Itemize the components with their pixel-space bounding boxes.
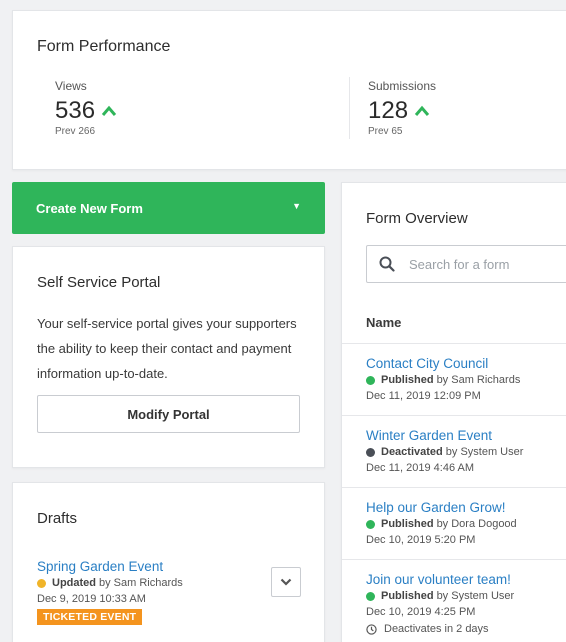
modify-portal-button[interactable]: Modify Portal xyxy=(37,395,300,433)
views-label: Views xyxy=(55,79,87,93)
form-status-line: Published by Dora Dogood xyxy=(366,518,566,530)
views-value: 536 xyxy=(55,97,96,124)
portal-title: Self Service Portal xyxy=(37,274,161,291)
submissions-label: Submissions xyxy=(368,79,437,93)
ticketed-event-badge: TICKETED EVENT xyxy=(37,609,143,625)
form-date: Dec 11, 2019 12:09 PM xyxy=(366,390,481,402)
search-box[interactable] xyxy=(366,245,566,283)
form-status-line: Deactivated by System User xyxy=(366,446,566,458)
views-value-row: 536 xyxy=(55,99,117,123)
form-status: Deactivated xyxy=(381,446,443,458)
submissions-prev: Prev 65 xyxy=(368,126,403,137)
form-status-line: Published by Sam Richards xyxy=(366,374,566,386)
draft-actions-button[interactable] xyxy=(271,567,301,597)
draft-date: Dec 9, 2019 10:33 AM xyxy=(37,593,146,605)
form-date: Dec 10, 2019 5:20 PM xyxy=(366,534,476,546)
search-input[interactable] xyxy=(409,256,566,272)
form-overview-card: Form Overview Name Contact City Council … xyxy=(341,182,566,642)
form-author: by Dora Dogood xyxy=(436,518,517,530)
form-link[interactable]: Contact City Council xyxy=(366,356,566,371)
form-author: by Sam Richards xyxy=(436,374,521,386)
deactivation-note: Deactivates in 2 days xyxy=(366,623,566,635)
draft-link[interactable]: Spring Garden Event xyxy=(37,559,307,574)
modify-portal-label: Modify Portal xyxy=(127,406,210,422)
metric-divider xyxy=(349,77,350,139)
deactivation-text: Deactivates in 2 days xyxy=(384,623,489,635)
chevron-down-icon xyxy=(280,578,292,586)
form-status-line: Published by System User xyxy=(366,590,566,602)
form-performance-card: Form Performance Views 536 Prev 266 Subm… xyxy=(12,10,566,170)
draft-item: Spring Garden Event Updated by Sam Richa… xyxy=(37,559,307,625)
up-arrow-icon xyxy=(101,105,117,116)
caret-down-icon[interactable]: ▼ xyxy=(292,201,301,211)
form-link[interactable]: Winter Garden Event xyxy=(366,428,566,443)
self-service-portal-card: Self Service Portal Your self-service po… xyxy=(12,246,325,468)
published-status-dot-icon xyxy=(366,591,375,601)
published-status-dot-icon xyxy=(366,519,375,529)
form-status: Published xyxy=(381,518,434,530)
drafts-card: Drafts Spring Garden Event Updated by Sa… xyxy=(12,482,325,642)
form-date: Dec 11, 2019 4:46 AM xyxy=(366,462,475,474)
portal-description: Your self-service portal gives your supp… xyxy=(37,316,297,381)
create-new-form-button[interactable]: Create New Form ▼ xyxy=(12,182,325,234)
views-prev: Prev 266 xyxy=(55,126,96,137)
published-status-dot-icon xyxy=(366,375,375,385)
list-item: Help our Garden Grow! Published by Dora … xyxy=(342,487,566,559)
form-status: Published xyxy=(381,374,434,386)
list-item: Join our volunteer team! Published by Sy… xyxy=(342,559,566,635)
submissions-value-row: 128 xyxy=(368,99,436,123)
form-list: Contact City Council Published by Sam Ri… xyxy=(342,343,566,635)
list-item: Winter Garden Event Deactivated by Syste… xyxy=(342,415,566,487)
submissions-metric: Submissions 128 Prev 65 xyxy=(368,79,436,137)
list-item: Contact City Council Published by Sam Ri… xyxy=(342,343,566,415)
submissions-value: 128 xyxy=(368,97,409,124)
draft-status: Updated xyxy=(52,577,96,589)
search-icon xyxy=(379,256,395,272)
up-arrow-icon xyxy=(414,105,430,116)
draft-author: by Sam Richards xyxy=(99,577,183,589)
clock-icon xyxy=(366,623,377,635)
form-performance-title: Form Performance xyxy=(37,38,171,55)
form-author: by System User xyxy=(436,590,515,602)
form-link[interactable]: Help our Garden Grow! xyxy=(366,500,566,515)
form-link[interactable]: Join our volunteer team! xyxy=(366,572,566,587)
draft-status-line: Updated by Sam Richards xyxy=(37,577,307,589)
form-overview-title: Form Overview xyxy=(366,210,468,227)
drafts-title: Drafts xyxy=(37,510,78,527)
create-new-form-label: Create New Form xyxy=(36,200,143,216)
name-column-header[interactable]: Name xyxy=(366,315,401,330)
form-author: by System User xyxy=(445,446,524,458)
form-date: Dec 10, 2019 4:25 PM xyxy=(366,606,476,618)
views-metric: Views 536 Prev 266 xyxy=(55,79,117,137)
deactivated-status-dot-icon xyxy=(366,447,375,457)
form-status: Published xyxy=(381,590,434,602)
updated-status-dot-icon xyxy=(37,578,46,588)
